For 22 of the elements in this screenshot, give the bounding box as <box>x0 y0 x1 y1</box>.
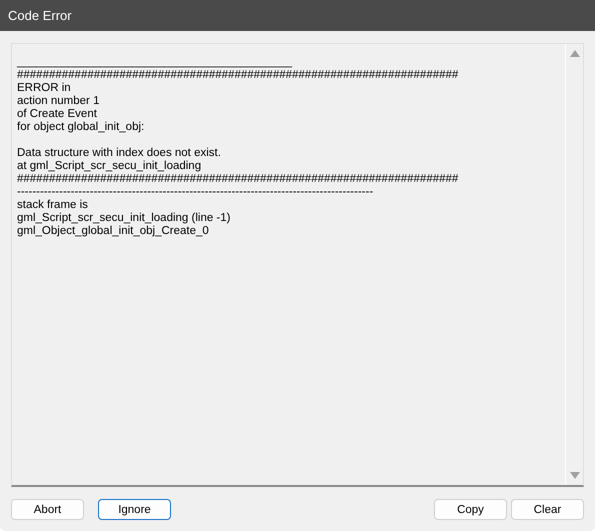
window-title: Code Error <box>8 8 72 23</box>
log-line: ___________________________________________ <box>17 56 294 69</box>
log-line: --------------------------------------------------------------------------------------------- <box>17 186 374 199</box>
log-line: ERROR in <box>17 82 72 95</box>
dialog-button[interactable]: Ignore <box>98 499 171 520</box>
log-line: Data structure with index does not exist. <box>17 147 222 160</box>
dialog-button[interactable]: Abort <box>11 499 84 520</box>
error-text-area[interactable] <box>11 43 584 487</box>
dialog-button[interactable]: Clear <box>511 499 584 520</box>
scrollbar[interactable] <box>565 44 583 485</box>
log-line: ##################################################################### <box>17 69 460 82</box>
log-line: action number 1 <box>17 95 100 108</box>
scroll-down-icon[interactable] <box>570 472 580 479</box>
log-line: of Create Event <box>17 108 98 121</box>
log-line: gml_Object_global_init_obj_Create_0 <box>17 225 210 238</box>
log-line: stack frame is <box>17 199 89 212</box>
log-line: for object global_init_obj: <box>17 121 146 134</box>
log-line: at gml_Script_scr_secu_init_loading <box>17 160 202 173</box>
dialog-button[interactable]: Copy <box>434 499 507 520</box>
log-line: gml_Script_scr_secu_init_loading (line -1) <box>17 212 232 225</box>
scroll-up-icon[interactable] <box>570 50 580 57</box>
log-line: ##################################################################### <box>17 173 460 186</box>
